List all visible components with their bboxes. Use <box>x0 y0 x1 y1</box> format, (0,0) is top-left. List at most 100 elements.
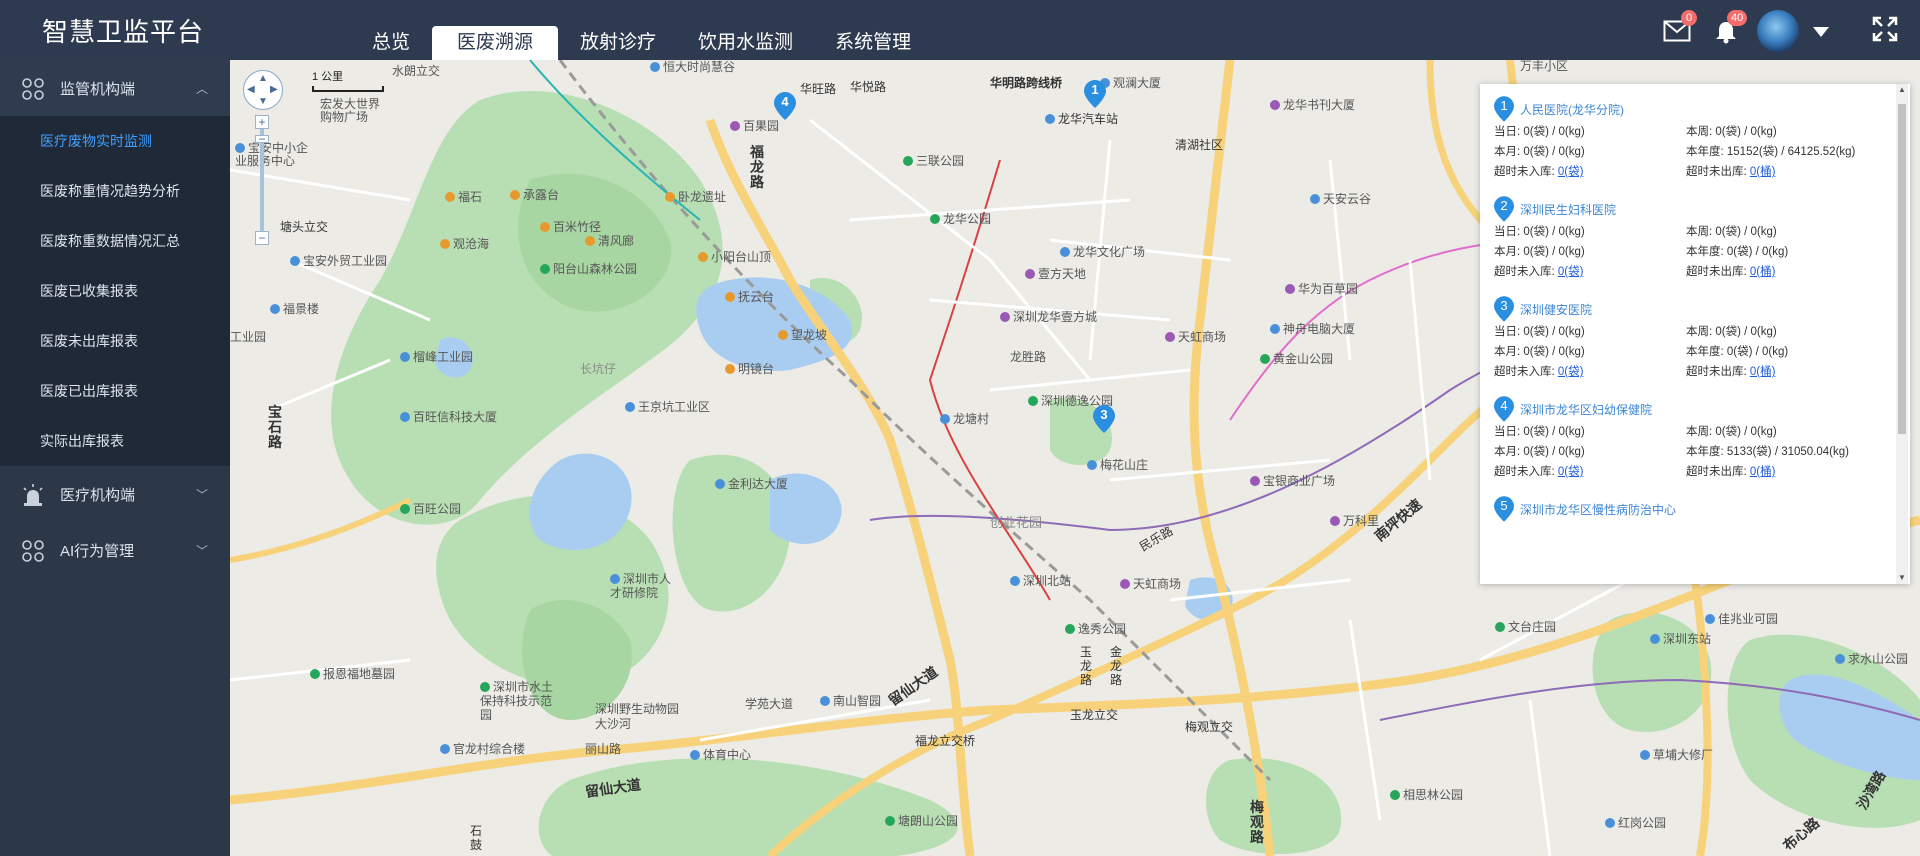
map-poi: 抚云台 <box>725 288 774 305</box>
map-label: 玉龙路 <box>1080 645 1093 687</box>
map-poi: 塘朗山公园 <box>885 812 958 829</box>
scroll-down-arrow-icon[interactable]: ▼ <box>1896 572 1908 584</box>
hospital-name-link[interactable]: 深圳市龙华区慢性病防治中心 <box>1520 501 1676 518</box>
hospital-marker-4[interactable]: 4 <box>774 92 796 120</box>
map-road-label: 福龙路 <box>750 144 764 190</box>
scrollbar-thumb[interactable] <box>1898 104 1906 434</box>
tab-medical-waste-trace[interactable]: 医废溯源 <box>432 26 559 60</box>
map-road-label: 梅观路 <box>1250 799 1264 845</box>
zoom-slider-handle[interactable]: − <box>255 133 269 145</box>
hospital-name-link[interactable]: 人民医院(龙华分院) <box>1520 101 1624 118</box>
map-poi: 天虹商场 <box>1120 575 1181 592</box>
map-pin-icon: 5 <box>1494 496 1514 522</box>
tab-overview[interactable]: 总览 <box>352 26 430 60</box>
stat-week: 本周: 0(袋) / 0(kg) <box>1686 326 1777 338</box>
stat-day: 当日: 0(袋) / 0(kg) <box>1494 126 1585 138</box>
map-zoom-slider[interactable]: + − − <box>255 115 269 245</box>
overdue-out-link[interactable]: 0(桶) <box>1750 166 1776 178</box>
chevron-down-icon: ﹀ <box>196 488 209 502</box>
sidebar-group-label: 医疗机构端 <box>60 486 136 504</box>
hospital-name-link[interactable]: 深圳健安医院 <box>1520 301 1592 318</box>
hospital-marker-3[interactable]: 3 <box>1093 405 1115 433</box>
map-poi: 榴峰工业园 <box>400 348 473 365</box>
map-poi: 阳台山森林公园 <box>540 260 637 277</box>
map-label: 万丰小区 <box>1520 60 1569 73</box>
hospital-info-panel[interactable]: 1 人民医院(龙华分院) 当日: 0(袋) / 0(kg) 本周: 0(袋) / … <box>1480 84 1910 584</box>
avatar[interactable] <box>1757 10 1799 52</box>
hospital-card: 4 深圳市龙华区妇幼保健院 当日: 0(袋) / 0(kg) 本周: 0(袋) /… <box>1494 396 1884 482</box>
sidebar-item-realtime-monitor[interactable]: 医疗废物实时监测 <box>0 116 230 166</box>
marker-number: 1 <box>1091 82 1099 97</box>
map-poi: 恒大时尚慧谷 <box>650 60 735 75</box>
map-scale-bar <box>312 86 384 92</box>
marker-number: 1 <box>1500 98 1508 113</box>
overdue-in-link[interactable]: 0(袋) <box>1558 266 1584 278</box>
zoom-out-button[interactable]: − <box>255 231 269 245</box>
overdue-in-label: 超时未入库: <box>1494 466 1558 478</box>
chevron-down-icon: ﹀ <box>196 544 209 558</box>
map-label: 华明路跨线桥 <box>990 76 1063 90</box>
sidebar-item-weight-summary[interactable]: 医废称重数据情况汇总 <box>0 216 230 266</box>
map-poi: 三联公园 <box>903 152 964 169</box>
map-label: 福龙立交桥 <box>915 734 976 748</box>
map-poi: 龙华书刊大厦 <box>1270 96 1355 113</box>
stat-day: 当日: 0(袋) / 0(kg) <box>1494 326 1585 338</box>
fullscreen-button[interactable] <box>1872 16 1898 47</box>
sidebar: 监管机构端 ︿ 医疗废物实时监测 医废称重情况趋势分析 医废称重数据情况汇总 医… <box>0 60 230 856</box>
map-poi: 官龙村综合楼 <box>440 740 525 757</box>
notification-badge: 40 <box>1727 10 1748 26</box>
map-label: 工业园 <box>230 330 267 344</box>
stat-week: 本周: 0(袋) / 0(kg) <box>1686 426 1777 438</box>
overdue-in-label: 超时未入库: <box>1494 266 1558 278</box>
stat-day: 当日: 0(袋) / 0(kg) <box>1494 426 1585 438</box>
tab-radiation-diagnosis[interactable]: 放射诊疗 <box>560 26 676 60</box>
sidebar-group-ai-behavior[interactable]: AI行为管理 ﹀ <box>0 522 230 578</box>
overdue-out-link[interactable]: 0(桶) <box>1750 466 1776 478</box>
sidebar-item-weight-trend[interactable]: 医废称重情况趋势分析 <box>0 166 230 216</box>
sidebar-item-not-outbound-report[interactable]: 医废未出库报表 <box>0 316 230 366</box>
map-label: 华旺路 <box>800 82 837 96</box>
sidebar-item-collected-report[interactable]: 医废已收集报表 <box>0 266 230 316</box>
hospital-marker-1[interactable]: 1 <box>1084 80 1106 108</box>
map-poi: 观沧海 <box>440 235 489 252</box>
overdue-out-label: 超时未出库: <box>1686 366 1750 378</box>
map-pin-icon: 1 <box>1494 96 1514 122</box>
sidebar-group-regulator[interactable]: 监管机构端 ︿ <box>0 60 230 116</box>
map-poi: 深圳北站 <box>1010 572 1071 589</box>
hospital-card: 5 深圳市龙华区慢性病防治中心 <box>1494 496 1884 522</box>
map-poi: 百旺公园 <box>400 500 461 517</box>
stat-week: 本周: 0(袋) / 0(kg) <box>1686 226 1777 238</box>
panel-scrollbar[interactable]: ▲ ▼ <box>1896 84 1908 584</box>
zoom-in-button[interactable]: + <box>255 115 269 129</box>
map-label: 梅观立交 <box>1185 720 1234 734</box>
map-pin-icon: 4 <box>1494 396 1514 422</box>
map-canvas[interactable]: 水朗立交 恒大时尚慧谷 华明路跨线桥 观澜大厦 清湖社区 龙华书刊大厦 万丰小区… <box>230 60 1920 856</box>
overdue-out-link[interactable]: 0(桶) <box>1750 366 1776 378</box>
map-poi: 小阳台山顶 <box>698 248 771 265</box>
sidebar-group-medical-institution[interactable]: 医疗机构端 ﹀ <box>0 466 230 522</box>
stat-year: 本年度: 5133(袋) / 31050.04(kg) <box>1686 446 1849 458</box>
tab-drinking-water[interactable]: 饮用水监测 <box>678 26 813 60</box>
user-menu-dropdown[interactable] <box>1813 24 1829 42</box>
overdue-in-link[interactable]: 0(袋) <box>1558 466 1584 478</box>
notification-button[interactable]: 40 <box>1715 10 1748 49</box>
hospital-card: 1 人民医院(龙华分院) 当日: 0(袋) / 0(kg) 本周: 0(袋) / … <box>1494 96 1884 182</box>
overdue-in-label: 超时未入库: <box>1494 166 1558 178</box>
hospital-name-link[interactable]: 深圳市龙华区妇幼保健院 <box>1520 401 1652 418</box>
chevron-up-icon: ︿ <box>196 82 209 96</box>
overdue-in-link[interactable]: 0(袋) <box>1558 366 1584 378</box>
map-poi: 福石 <box>445 188 482 205</box>
map-poi: 百旺信科技大厦 <box>400 408 497 425</box>
tab-system-management[interactable]: 系统管理 <box>815 26 931 60</box>
scroll-up-arrow-icon[interactable]: ▲ <box>1896 84 1908 96</box>
sidebar-item-outbound-report[interactable]: 医废已出库报表 <box>0 366 230 416</box>
overdue-out-link[interactable]: 0(桶) <box>1750 266 1776 278</box>
hospital-name-link[interactable]: 深圳民生妇科医院 <box>1520 201 1616 218</box>
overdue-in-link[interactable]: 0(袋) <box>1558 166 1584 178</box>
mail-button[interactable]: 0 <box>1663 10 1697 47</box>
map-scale-label: 1 公里 <box>312 71 344 83</box>
map-pan-control[interactable]: ▲ ▼ ◀ ▶ <box>243 70 283 110</box>
map-label: 水朗立交 <box>392 64 441 78</box>
map-poi: 望龙坡 <box>778 326 827 343</box>
sidebar-item-actual-outbound-report[interactable]: 实际出库报表 <box>0 416 230 466</box>
